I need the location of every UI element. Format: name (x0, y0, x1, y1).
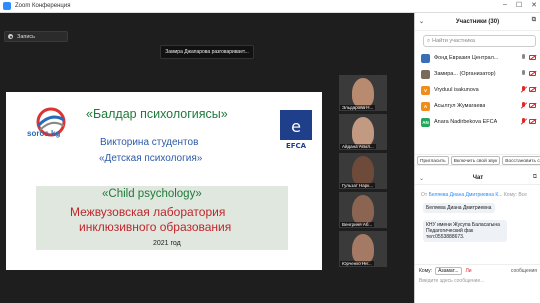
video-tile[interactable]: Венгриня Аб... (339, 192, 387, 228)
popout-icon[interactable]: ⧉ (533, 174, 537, 181)
record-icon (8, 34, 13, 39)
participant-video (352, 117, 374, 147)
participants-header: ⌄ Участники (30) ⧉ (415, 13, 540, 31)
video-name: Юрченко Ни... (340, 261, 374, 266)
window-title: Zoom Конференция (15, 3, 71, 9)
chat-message: КНУ имени Жусупа Баласагына Педагогическ… (423, 220, 507, 242)
zoom-logo-icon (3, 2, 11, 10)
video-off-icon (529, 71, 536, 76)
search-placeholder: Найти участника (432, 38, 475, 44)
side-panel: ⌄ Участники (30) ⧉ ⌕ Найти участника Фон… (414, 13, 540, 303)
participant-name: Замира... (Организатор) (434, 71, 496, 77)
unmute-self-button[interactable]: Включить свой звук (450, 156, 501, 165)
more-options[interactable]: сообщения (511, 268, 537, 274)
participant-name: Vryduul isakunova (434, 87, 479, 93)
participant-row[interactable]: Фонд Евразия Централ... (415, 50, 540, 66)
microphone-muted-icon (521, 102, 526, 109)
video-off-icon (529, 119, 536, 124)
close-icon[interactable]: ✕ (531, 1, 537, 9)
slide-subtitle-2: «Детская психология» (99, 153, 203, 164)
slide-box-line-3: инклюзивного образования (79, 220, 232, 234)
from-label: От (421, 192, 428, 198)
participant-row[interactable]: V Vryduul isakunova (415, 82, 540, 98)
invite-button[interactable]: Пригласить (417, 156, 449, 165)
svg-text:e: e (291, 117, 301, 136)
slide-subtitle-1: Викторина студентов (100, 137, 199, 148)
active-speaker-banner: Замира Джапарова разговаривает... (160, 45, 254, 59)
participant-video (352, 195, 374, 225)
chevron-down-icon[interactable]: ⌄ (419, 18, 424, 25)
chat-title: Чат (472, 174, 484, 181)
video-off-icon (529, 87, 536, 92)
meeting-stage: Запись Замира Джапарова разговаривает...… (0, 13, 414, 303)
search-icon: ⌕ (427, 37, 431, 44)
video-name: Венгриня Аб... (340, 222, 375, 227)
efca-logo-label: EFCA (286, 142, 307, 150)
video-off-icon (529, 103, 536, 108)
participant-row[interactable]: Замира... (Организатор) (415, 66, 540, 82)
microphone-muted-icon (521, 118, 526, 125)
chat-message: Беляева Диана Дмитриевна (423, 203, 495, 213)
microphone-icon (521, 54, 526, 61)
video-tile[interactable]: Гульзат Нарк... (339, 153, 387, 189)
participant-name: Anara Nadirbekova EFCA (434, 119, 498, 125)
avatar: А (421, 101, 430, 111)
record-label: Запись (17, 33, 36, 40)
video-tile[interactable]: Юрченко Ни... (339, 231, 387, 267)
chat-header: ⌄ Чат ⧉ (415, 171, 540, 185)
avatar (421, 53, 430, 63)
title-bar: Zoom Конференция – ☐ ✕ (0, 0, 540, 13)
participant-video (352, 78, 374, 108)
participant-video (352, 234, 374, 264)
efca-logo-icon: e EFCA (280, 110, 312, 150)
video-name: Гульзат Нарк... (340, 183, 376, 188)
restore-status-button[interactable]: Восстановить статус (502, 156, 540, 165)
participants-title: Участники (30) (455, 18, 500, 25)
zoom-window: Zoom Конференция – ☐ ✕ Запись Замира Джа… (0, 0, 540, 303)
to-prefix: Кому: (419, 267, 433, 274)
participant-row[interactable]: А Асылгул Жумагаева (415, 98, 540, 114)
video-name: Эльдарова Н... (340, 105, 376, 110)
chat-sender: Беляева Диана Дмитриевна К... (428, 192, 503, 198)
microphone-muted-icon (521, 86, 526, 93)
participant-row[interactable]: AN Anara Nadirbekova EFCA (415, 114, 540, 130)
video-off-icon (529, 55, 536, 60)
window-controls: – ☐ ✕ (503, 1, 537, 9)
chat-message-header: От Беляева Диана Дмитриевна К... Кому: В… (421, 192, 527, 198)
participant-actions: Пригласить Включить свой звук Восстанови… (415, 154, 540, 166)
record-button[interactable]: Запись (4, 31, 68, 42)
participant-video (352, 156, 374, 186)
slide-box-line-2: Межвузовская лаборатория (70, 205, 226, 219)
avatar: AN (421, 117, 430, 127)
private-label: Ли (465, 267, 472, 274)
shared-slide: soros.kg «Балдар психологиясы» Викторина… (6, 92, 322, 270)
video-tile[interactable]: Айдана Асыл... (339, 114, 387, 150)
slide-title: «Балдар психологиясы» (86, 107, 228, 121)
maximize-icon[interactable]: ☐ (516, 1, 522, 9)
chat-input[interactable]: Введите здесь сообщение... (419, 277, 537, 287)
popout-icon[interactable]: ⧉ (532, 17, 536, 24)
video-tile[interactable]: Эльдарова Н... (339, 75, 387, 111)
participant-name: Фонд Евразия Централ... (434, 55, 499, 61)
avatar: V (421, 85, 430, 95)
slide-year: 2021 год (153, 240, 181, 247)
minimize-icon[interactable]: – (503, 1, 507, 9)
soros-logo-text: soros.kg (27, 129, 61, 138)
chat-recipient-bar: Кому: Азамат... Ли сообщения (415, 264, 540, 276)
slide-box-line-1: «Child psychology» (102, 188, 202, 200)
microphone-icon (521, 70, 526, 77)
participant-list: Фонд Евразия Централ... Замира... (Орган… (415, 50, 540, 130)
video-name: Айдана Асыл... (340, 144, 376, 149)
participant-search-input[interactable]: ⌕ Найти участника (423, 35, 536, 47)
participant-name: Асылгул Жумагаева (434, 103, 486, 109)
avatar (421, 69, 430, 79)
chat-recipient: Кому: Все (503, 192, 527, 198)
chevron-down-icon[interactable]: ⌄ (419, 175, 424, 182)
recipient-select[interactable]: Азамат... (435, 266, 462, 275)
